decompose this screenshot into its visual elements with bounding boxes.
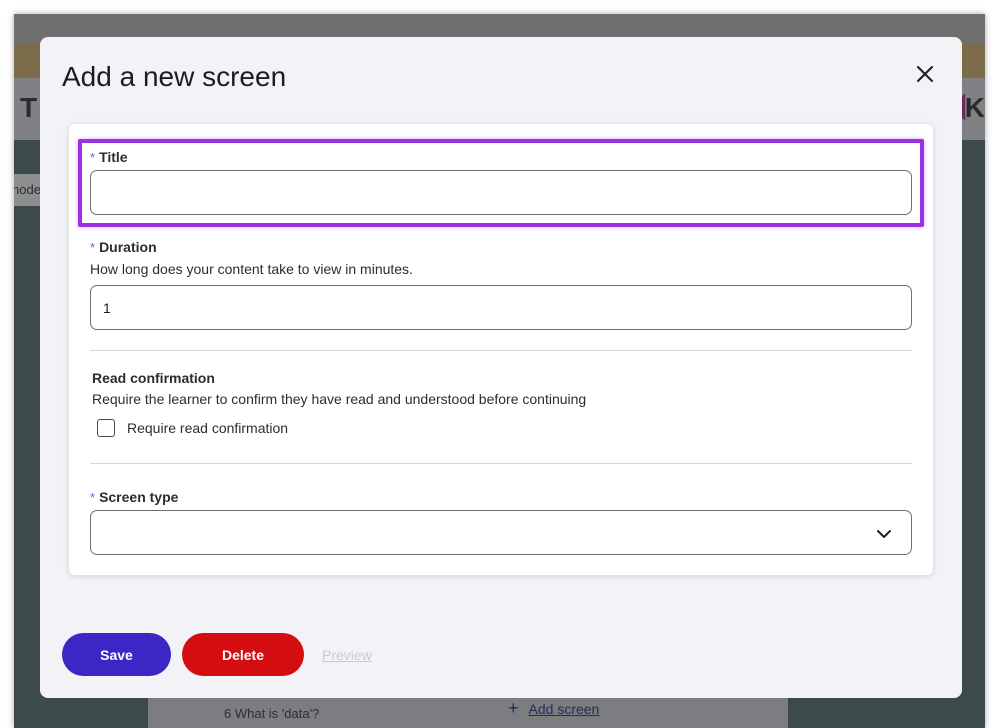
form-card: * Title * Duration How long does your co… <box>69 124 933 575</box>
dialog-title: Add a new screen <box>62 61 287 92</box>
title-input[interactable] <box>90 170 912 215</box>
required-marker: * <box>90 150 96 165</box>
add-screen-link: + Add screen <box>508 698 599 719</box>
screen-type-label-text: Screen type <box>99 489 179 505</box>
title-label-text: Title <box>99 149 128 165</box>
duration-help-text: How long does your content take to view … <box>90 261 413 277</box>
duration-label-text: Duration <box>99 239 157 255</box>
app-header-right-text: K <box>964 92 985 123</box>
close-button[interactable] <box>912 61 938 87</box>
duration-label: * Duration <box>90 239 157 255</box>
divider <box>90 463 912 464</box>
read-confirmation-checkbox-label[interactable]: Require read confirmation <box>127 420 288 436</box>
close-icon <box>917 66 933 82</box>
read-confirmation-label: Read confirmation <box>92 370 215 386</box>
read-confirmation-checkbox[interactable] <box>97 419 115 437</box>
title-label: * Title <box>90 149 128 165</box>
add-screen-dialog: Add a new screen * Title * Duration How … <box>40 37 962 698</box>
divider <box>90 350 912 351</box>
app-header-title: T <box>20 92 38 123</box>
screen-type-label: * Screen type <box>90 489 178 505</box>
add-screen-label: Add screen <box>528 700 600 717</box>
required-marker: * <box>90 490 96 505</box>
required-marker: * <box>90 240 96 255</box>
save-button[interactable]: Save <box>62 633 171 676</box>
screen-type-select[interactable] <box>90 510 912 555</box>
delete-button[interactable]: Delete <box>182 633 304 676</box>
read-confirmation-label-text: Read confirmation <box>92 370 215 386</box>
read-confirmation-checkbox-row[interactable]: Require read confirmation <box>97 419 288 437</box>
preview-link[interactable]: Preview <box>322 647 372 663</box>
list-item: 6 What is 'data'? <box>224 706 320 721</box>
read-confirmation-help-text: Require the learner to confirm they have… <box>92 391 587 407</box>
duration-input[interactable] <box>90 285 912 330</box>
plus-icon: + <box>508 698 519 718</box>
chevron-down-icon <box>877 530 891 538</box>
